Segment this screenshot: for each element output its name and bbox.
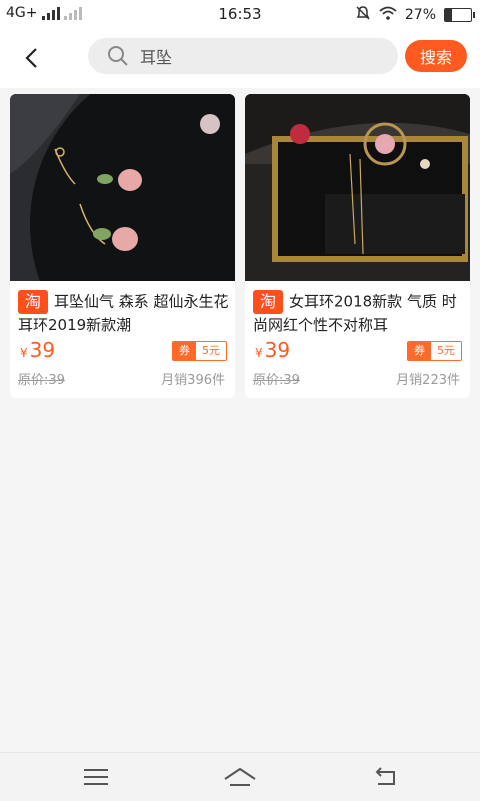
price-value: 39 (29, 338, 56, 362)
original-price: 原价:39 (18, 373, 65, 388)
product-image (245, 94, 470, 281)
coupon-badge[interactable]: 券 5元 (172, 341, 227, 361)
search-button[interactable]: 搜索 (405, 40, 467, 72)
monthly-sales: 月销223件 (396, 373, 460, 388)
product-title-text: 女耳环2018新款 气质 时尚网红个性不对称耳 (253, 292, 457, 335)
monthly-sales: 月销396件 (161, 373, 225, 388)
status-bar: 4G+ 16:53 27% (0, 0, 480, 28)
product-image (10, 94, 235, 281)
taobao-badge: 淘 (253, 290, 283, 314)
search-icon (108, 46, 128, 66)
battery-percent: 27% (404, 7, 436, 23)
search-header: 搜索 (0, 28, 480, 88)
home-icon[interactable] (222, 765, 258, 789)
product-title: 淘耳坠仙气 森系 超仙永生花耳环2019新款潮 (18, 290, 230, 336)
product-title: 淘女耳环2018新款 气质 时尚网红个性不对称耳 (253, 290, 465, 336)
price-value: 39 (264, 338, 291, 362)
battery-icon (444, 8, 475, 22)
product-grid: 淘耳坠仙气 森系 超仙永生花耳环2019新款潮 ¥39 券 5元 原价:39 月销… (10, 94, 470, 398)
coupon-label: 券 (408, 342, 431, 360)
menu-icon[interactable] (82, 765, 110, 789)
product-price: ¥39 (255, 338, 290, 362)
original-price: 原价:39 (253, 373, 300, 388)
back-chevron-icon[interactable] (18, 44, 46, 72)
product-card[interactable]: 淘女耳环2018新款 气质 时尚网红个性不对称耳 ¥39 券 5元 原价:39 月… (245, 94, 470, 398)
coupon-label: 券 (173, 342, 196, 360)
currency-symbol: ¥ (20, 346, 28, 360)
product-card[interactable]: 淘耳坠仙气 森系 超仙永生花耳环2019新款潮 ¥39 券 5元 原价:39 月销… (10, 94, 235, 398)
search-input[interactable] (138, 45, 382, 67)
wifi-icon (379, 6, 397, 24)
search-box[interactable] (88, 38, 398, 74)
coupon-value: 5元 (196, 342, 226, 360)
product-price: ¥39 (20, 338, 55, 362)
back-icon[interactable] (372, 765, 400, 789)
currency-symbol: ¥ (255, 346, 263, 360)
coupon-value: 5元 (431, 342, 461, 360)
product-title-text: 耳坠仙气 森系 超仙永生花耳环2019新款潮 (18, 292, 229, 335)
coupon-badge[interactable]: 券 5元 (407, 341, 462, 361)
taobao-badge: 淘 (18, 290, 48, 314)
system-nav-bar (0, 752, 480, 801)
alarm-off-icon (355, 5, 371, 25)
